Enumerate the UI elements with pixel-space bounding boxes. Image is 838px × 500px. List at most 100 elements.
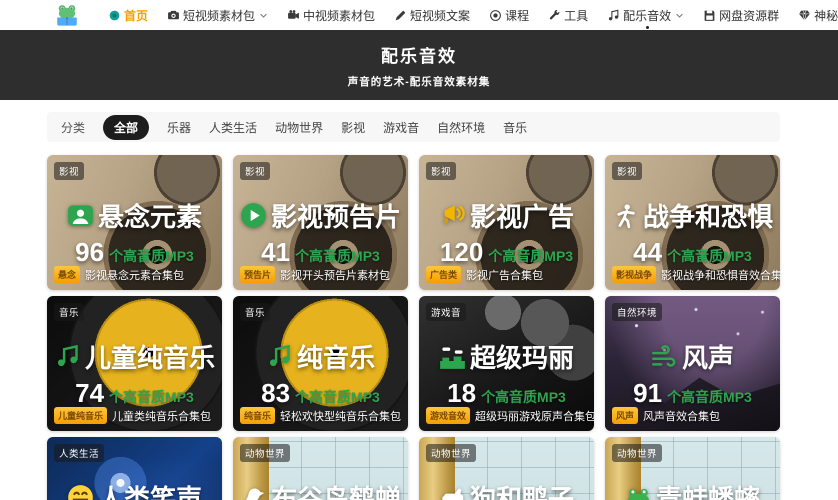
card-caption: 风声音效合集包: [643, 410, 721, 423]
tool-icon: [548, 9, 561, 22]
category-filterbar: 分类 全部 乐器 人类生活 动物世界 影视 游戏音 自然环境 音乐: [47, 112, 780, 142]
nav-item-5[interactable]: 课程: [489, 7, 529, 24]
card-title: 战争和恐惧: [642, 202, 773, 232]
card-title: 青蛙蟋蟀: [655, 484, 760, 500]
card-caption: 影视广告合集包: [466, 269, 544, 282]
main-nav: 首页 短视频素材包 中视频素材包 短视频文案 课程 工具 配乐音效 网盘资源群 …: [108, 7, 838, 29]
card-count: 44: [633, 237, 663, 267]
sound-pack-card-11[interactable]: 动物世界 狗和鸭子: [419, 437, 594, 500]
nav-item-1[interactable]: 首页: [108, 7, 148, 24]
pixel-land-icon: [439, 343, 466, 370]
tag-badge: 儿童纯音乐: [54, 407, 108, 424]
filter-options: 全部 乐器 人类生活 动物世界 影视 游戏音 自然环境 音乐: [103, 114, 527, 140]
sound-pack-card-4[interactable]: 影视 战争和恐惧 44 个高音质MP3 影视战争 影视战争和恐惧音效合集包: [605, 155, 780, 290]
sound-pack-card-7[interactable]: 游戏音 超级玛丽 18 个高音质MP3 游戏音效 超级玛丽游戏原声合集包: [419, 296, 594, 431]
home-dot-icon: [108, 9, 121, 22]
tag-badge: 影视战争: [612, 266, 657, 283]
filter-pill-8[interactable]: 音乐: [503, 119, 527, 136]
filter-pill-1[interactable]: 全部: [103, 114, 150, 140]
card-count: 120: [439, 237, 484, 267]
filter-pill-3[interactable]: 人类生活: [209, 119, 257, 136]
sound-pack-card-6[interactable]: 音乐 纯音乐 83 个高音质MP3 纯音乐 轻松欢快型纯音乐合集包: [233, 296, 408, 431]
category-badge: 影视: [612, 162, 643, 180]
nav-item-7[interactable]: 配乐音效: [607, 7, 684, 29]
sound-pack-card-1[interactable]: 影视 悬念元素 96 个高音质MP3 悬念 影视悬念元素合集包: [47, 155, 222, 290]
card-title: 纯音乐: [296, 343, 375, 373]
category-badge: 动物世界: [612, 444, 663, 462]
camcorder-icon: [287, 9, 300, 22]
card-count-suffix: 个高音质MP3: [295, 389, 380, 405]
page-title: 配乐音效: [381, 46, 457, 66]
current-page-dot: [645, 25, 649, 29]
sound-pack-card-8[interactable]: 自然环境 风声 91 个高音质MP3 风声 风声音效合集包: [605, 296, 780, 431]
soldier-icon: [612, 202, 639, 229]
card-title: 狗和鸭子: [469, 484, 574, 500]
category-badge: 人类生活: [54, 444, 105, 462]
sound-pack-card-5[interactable]: 音乐 儿童纯音乐 74 个高音质MP3 儿童纯音乐 儿童类纯音乐合集包: [47, 296, 222, 431]
category-badge: 动物世界: [240, 444, 291, 462]
disk-icon: [703, 9, 716, 22]
card-caption: 超级玛丽游戏原声合集包: [475, 410, 594, 423]
nav-item-label: 短视频文案: [410, 8, 471, 23]
wind-icon: [651, 343, 678, 370]
chevron-down-icon: [675, 11, 684, 20]
nav-item-9[interactable]: 神秘资源: [798, 7, 838, 24]
nav-item-6[interactable]: 工具: [548, 7, 588, 24]
dog-icon: [439, 484, 466, 500]
card-count: 74: [75, 378, 105, 408]
chevron-down-icon: [259, 11, 268, 20]
filter-pill-5[interactable]: 影视: [341, 119, 365, 136]
bird-icon: [240, 484, 267, 500]
category-badge: 音乐: [54, 303, 85, 321]
card-count: 91: [633, 378, 663, 408]
page-subtitle: 声音的艺术-配乐音效素材集: [347, 75, 491, 88]
category-badge: 影视: [240, 162, 271, 180]
target-icon: [489, 9, 502, 22]
card-caption: 轻松欢快型纯音乐合集包: [280, 410, 402, 423]
category-badge: 影视: [426, 162, 457, 180]
nav-item-label: 首页: [124, 8, 149, 23]
card-caption: 影视开头预告片素材包: [280, 269, 391, 282]
card-title: 布谷鸟鹤蝉: [270, 484, 401, 500]
card-caption: 儿童类纯音乐合集包: [112, 410, 212, 423]
card-count: 41: [261, 237, 291, 267]
sound-pack-card-9[interactable]: 人类生活 人类笑声: [47, 437, 222, 500]
nav-item-2[interactable]: 短视频素材包: [167, 7, 268, 24]
sound-pack-card-10[interactable]: 动物世界 布谷鸟鹤蝉: [233, 437, 408, 500]
category-badge: 自然环境: [612, 303, 663, 321]
category-badge: 影视: [54, 162, 85, 180]
nav-item-label: 中视频素材包: [303, 8, 376, 23]
sound-pack-card-2[interactable]: 影视 影视预告片 41 个高音质MP3 预告片 影视开头预告片素材包: [233, 155, 408, 290]
hero-banner: 配乐音效 声音的艺术-配乐音效素材集: [0, 30, 838, 100]
card-title: 悬念元素: [97, 202, 202, 232]
filter-pill-7[interactable]: 自然环境: [437, 119, 485, 136]
filter-pill-6[interactable]: 游戏音: [383, 119, 419, 136]
sound-pack-card-3[interactable]: 影视 影视广告 120 个高音质MP3 广告类 影视广告合集包: [419, 155, 594, 290]
card-count-suffix: 个高音质MP3: [667, 248, 752, 264]
filter-label: 分类: [61, 120, 86, 135]
megaphone-icon: [439, 202, 466, 229]
nav-item-4[interactable]: 短视频文案: [394, 7, 470, 24]
tag-badge: 广告类: [426, 266, 462, 283]
tag-badge: 预告片: [240, 266, 276, 283]
card-title: 影视预告片: [270, 202, 401, 232]
card-title: 影视广告: [469, 202, 574, 232]
sound-pack-card-12[interactable]: 动物世界 青蛙蟋蟀: [605, 437, 780, 500]
pencil-icon: [394, 9, 407, 22]
music-notes-icon: [54, 343, 81, 370]
card-count-suffix: 个高音质MP3: [109, 248, 194, 264]
card-count: 83: [261, 378, 291, 408]
card-count: 18: [447, 378, 477, 408]
card-count-suffix: 个高音质MP3: [488, 248, 574, 264]
nav-item-label: 配乐音效: [623, 8, 672, 23]
frog-logo[interactable]: [54, 2, 80, 28]
category-badge: 游戏音: [426, 303, 467, 321]
nav-item-label: 神秘资源: [814, 8, 838, 23]
nav-item-3[interactable]: 中视频素材包: [287, 7, 375, 24]
filter-pill-2[interactable]: 乐器: [167, 119, 191, 136]
filter-pill-4[interactable]: 动物世界: [275, 119, 323, 136]
nav-item-8[interactable]: 网盘资源群: [703, 7, 779, 24]
music-notes-icon: [266, 343, 293, 370]
navbar: 首页 短视频素材包 中视频素材包 短视频文案 课程 工具 配乐音效 网盘资源群 …: [0, 0, 838, 30]
card-count-suffix: 个高音质MP3: [667, 389, 752, 405]
